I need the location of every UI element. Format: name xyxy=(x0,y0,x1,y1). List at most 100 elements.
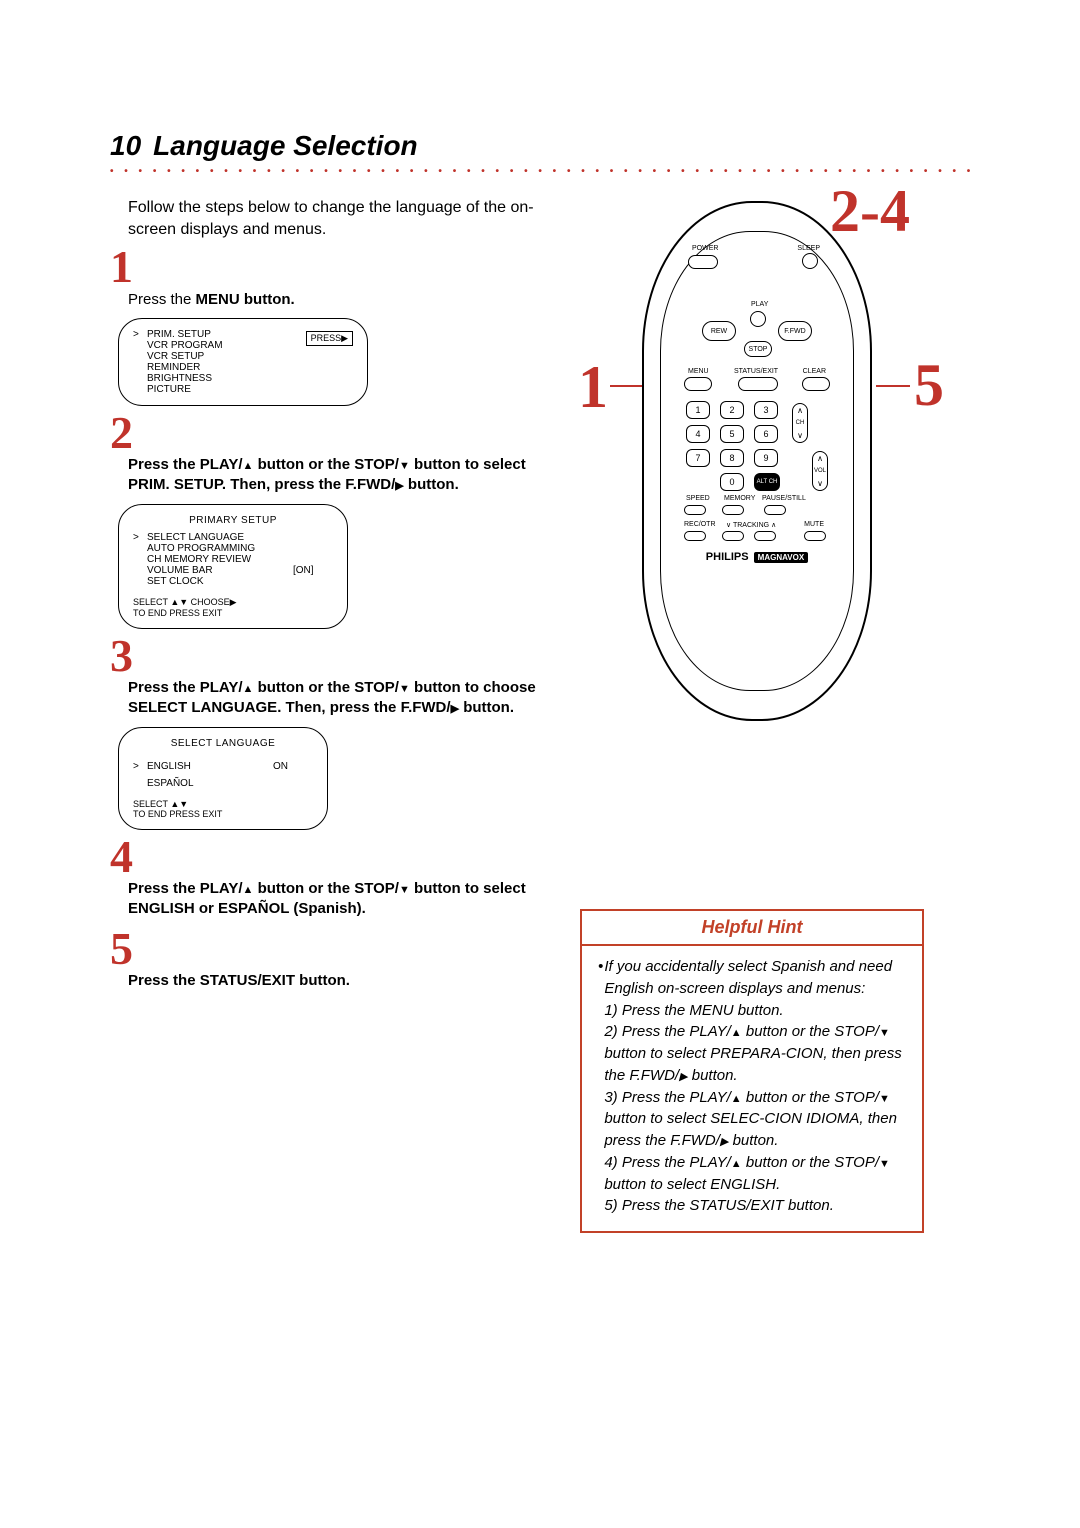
t: STOP/ xyxy=(354,679,399,696)
t: STATUS/EXIT xyxy=(200,972,295,989)
digit-3-button[interactable]: 3 xyxy=(754,401,778,419)
t: button. xyxy=(404,476,459,493)
t: button or the xyxy=(253,880,354,897)
up-arrow-icon xyxy=(731,1089,742,1106)
step-4-text: Press the PLAY/ button or the STOP/ butt… xyxy=(128,879,550,920)
t: PLAY/ xyxy=(200,880,243,897)
t: button or the xyxy=(253,456,354,473)
recotr-button[interactable] xyxy=(684,531,706,541)
leader-line xyxy=(876,385,910,387)
t: TRACKING xyxy=(733,522,769,529)
digit-4-button[interactable]: 4 xyxy=(686,425,710,443)
page-header: 10 Language Selection • • • • • • • • • … xyxy=(110,130,970,177)
speed-button[interactable] xyxy=(684,505,706,515)
right-arrow-icon xyxy=(679,1067,687,1084)
step-3-text: Press the PLAY/ button or the STOP/ butt… xyxy=(128,678,550,719)
t: 4 xyxy=(695,429,700,439)
step-2-number: 2 xyxy=(110,412,550,453)
t: 0 xyxy=(729,477,734,487)
osd-title: PRIMARY SETUP xyxy=(133,515,333,526)
digit-2-button[interactable]: 2 xyxy=(720,401,744,419)
vol-rocker[interactable]: ∧VOL∨ xyxy=(812,451,828,491)
digit-1-button[interactable]: 1 xyxy=(686,401,710,419)
digit-7-button[interactable]: 7 xyxy=(686,449,710,467)
t: 1) Press the MENU button. xyxy=(604,1002,783,1019)
ch-rocker[interactable]: ∧CH∨ xyxy=(792,403,808,443)
page-title: Language Selection xyxy=(153,130,418,162)
t: MENU xyxy=(196,291,240,308)
digit-9-button[interactable]: 9 xyxy=(754,449,778,467)
osd-val xyxy=(293,576,333,587)
remote-column: 2-4 1 5 POWER SLEEP PLAY REW F.FWD STOP … xyxy=(580,183,940,999)
pausestill-button[interactable] xyxy=(764,505,786,515)
step-2-text: Press the PLAY/ button or the STOP/ butt… xyxy=(128,455,550,496)
osd-menu-2: PRIMARY SETUP >SELECT LANGUAGE AUTO PROG… xyxy=(118,504,348,629)
mute-button[interactable] xyxy=(804,531,826,541)
menu-button[interactable] xyxy=(684,377,712,391)
digit-6-button[interactable]: 6 xyxy=(754,425,778,443)
t: ENGLISH xyxy=(128,900,195,917)
play-button[interactable] xyxy=(750,311,766,327)
t: . Then, press the xyxy=(277,699,400,716)
power-button[interactable] xyxy=(688,255,718,269)
t: Press the xyxy=(128,456,200,473)
t: 8 xyxy=(729,453,734,463)
t: 6 xyxy=(763,429,768,439)
recotr-label: REC/OTR xyxy=(684,521,716,528)
t: F.FWD/ xyxy=(345,476,395,493)
t: button to select xyxy=(410,456,526,473)
press-indicator: PRESS▶ xyxy=(306,331,353,346)
osd-val: ON xyxy=(273,761,313,772)
osd-item: SET CLOCK xyxy=(147,576,293,587)
t: PLAY/ xyxy=(200,456,243,473)
t: button to select xyxy=(410,880,526,897)
callout-step-1: 1 xyxy=(578,353,608,422)
down-arrow-icon xyxy=(879,1154,890,1171)
t: PRIM. SETUP xyxy=(128,476,222,493)
sleep-button[interactable] xyxy=(802,253,818,269)
t: STOP/ xyxy=(354,880,399,897)
up-arrow-icon xyxy=(731,1023,742,1040)
osd-item: VOLUME BAR xyxy=(147,565,293,576)
t: . xyxy=(362,900,366,917)
speed-label: SPEED xyxy=(686,495,710,502)
brand-magnavox: MAGNAVOX xyxy=(754,552,809,563)
t: STOP xyxy=(749,346,768,353)
step-1-number: 1 xyxy=(110,246,550,287)
t: 2 xyxy=(729,405,734,415)
remote-illustration: POWER SLEEP PLAY REW F.FWD STOP MENU STA… xyxy=(642,201,872,721)
digit-0-button[interactable]: 0 xyxy=(720,473,744,491)
t: 5 xyxy=(729,429,734,439)
stop-button[interactable]: STOP xyxy=(744,341,772,357)
osd-footer: SELECT ▲▼ CHOOSE▶ TO END PRESS EXIT xyxy=(133,597,333,618)
up-arrow-icon xyxy=(731,1154,742,1171)
memory-button[interactable] xyxy=(722,505,744,515)
status-exit-button[interactable] xyxy=(738,377,778,391)
clear-button[interactable] xyxy=(802,377,830,391)
osd-item: ENGLISH xyxy=(147,761,273,772)
digit-5-button[interactable]: 5 xyxy=(720,425,744,443)
osd-item: CH MEMORY REVIEW xyxy=(147,554,293,565)
osd-item: REMINDER xyxy=(147,362,353,373)
down-arrow-icon xyxy=(399,880,410,897)
step-4-number: 4 xyxy=(110,836,550,877)
step-5-text: Press the STATUS/EXIT button. xyxy=(128,971,550,991)
brand-row: PHILIPS MAGNAVOX xyxy=(644,551,870,563)
steps-column: Follow the steps below to change the lan… xyxy=(110,183,550,999)
osd-item: VCR SETUP xyxy=(147,351,353,362)
tracking-down-button[interactable] xyxy=(722,531,744,541)
t: 2) Press the PLAY/ xyxy=(604,1023,730,1040)
rew-button[interactable]: REW xyxy=(702,321,736,341)
digit-8-button[interactable]: 8 xyxy=(720,449,744,467)
t: 5) Press the STATUS/EXIT button. xyxy=(604,1197,834,1214)
intro-text: Follow the steps below to change the lan… xyxy=(128,197,550,240)
step-5-number: 5 xyxy=(110,928,550,969)
t: button to select ENGLISH. xyxy=(604,1176,780,1193)
t: F.FWD xyxy=(784,328,805,335)
t: button. xyxy=(244,291,295,308)
ffwd-button[interactable]: F.FWD xyxy=(778,321,812,341)
alt-ch-button[interactable]: ALT CH xyxy=(754,473,780,491)
tracking-up-button[interactable] xyxy=(754,531,776,541)
step-3-number: 3 xyxy=(110,635,550,676)
t: TO END PRESS EXIT xyxy=(133,608,333,618)
